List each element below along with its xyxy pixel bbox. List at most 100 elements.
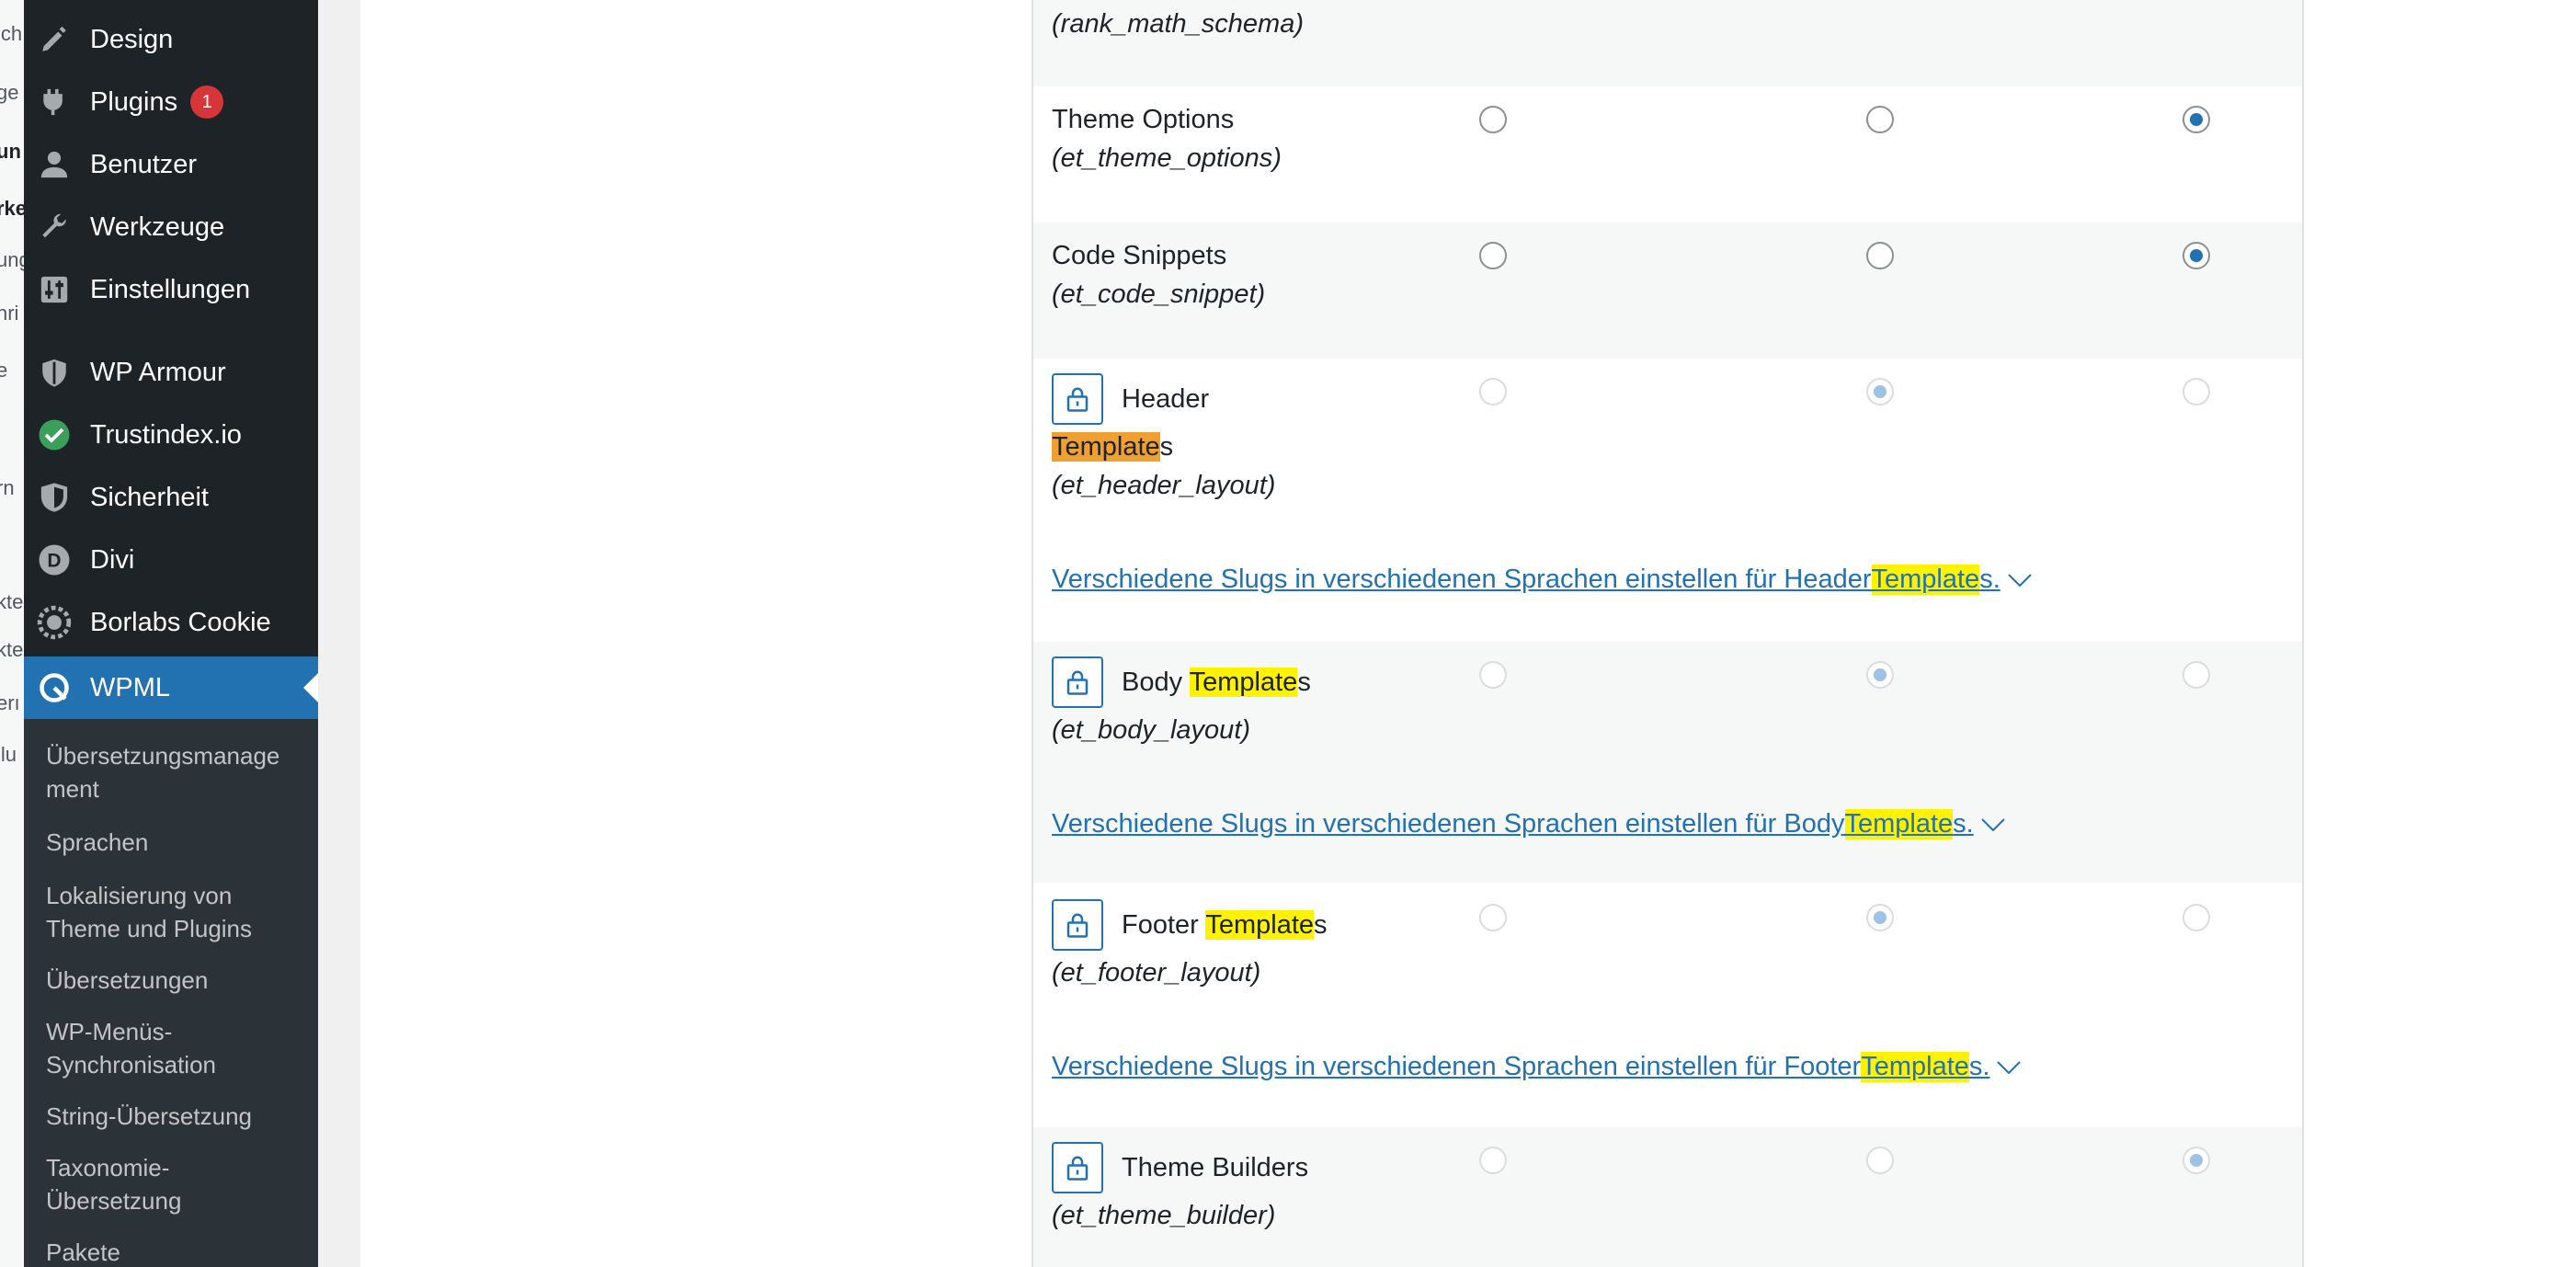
table-row: Footer Templates (et_footer_layout) Vers… (1033, 883, 2302, 1127)
clipped-text: rke (0, 197, 24, 220)
radio-not-translatable (1479, 904, 1507, 931)
divi-logo-icon: D (37, 542, 72, 577)
wpml-submenu: Übersetzungsmanage ment Sprachen Lokalis… (24, 719, 318, 1267)
check-circle-icon (37, 417, 72, 452)
sidebar-item-wpml[interactable]: WPML (24, 656, 318, 719)
clipped-text: erı (0, 691, 20, 714)
radio-display-fallback[interactable] (2183, 106, 2210, 133)
post-type-slug: (et_footer_layout) (1052, 958, 1261, 987)
chevron-down-icon (1981, 817, 2005, 831)
search-highlight-current: Template (1052, 432, 1160, 462)
sidebar-item-plugins[interactable]: Plugins 1 (24, 72, 318, 132)
settings-sliders-icon (37, 272, 72, 307)
submenu-item-taxonomie-uebersetzung[interactable]: Taxonomie- Übersetzung (46, 1151, 313, 1217)
svg-text:D: D (47, 551, 61, 572)
content-gutter (318, 0, 362, 1267)
post-type-slug: (et_header_layout) (1052, 471, 1276, 500)
plugin-icon (37, 85, 72, 120)
lock-icon (1066, 387, 1089, 412)
submenu-item-string-uebersetzung[interactable]: String-Übersetzung (46, 1100, 313, 1133)
table-row: Theme Options (et_theme_options) (1033, 86, 2302, 223)
radio-display-fallback (2183, 378, 2210, 405)
search-highlight: Template (1844, 809, 1954, 839)
sidebar-item-label: Plugins (90, 86, 178, 117)
post-type-slug: (et_code_snippet) (1052, 280, 1266, 309)
sidebar-item-label: Borlabs Cookie (90, 607, 271, 637)
post-type-slug: (et_theme_options) (1052, 143, 1282, 173)
clipped-text: rn (0, 476, 15, 499)
lock-icon (1066, 670, 1089, 695)
wpml-icon (37, 670, 72, 705)
radio-translatable (1866, 904, 1894, 931)
sidebar-item-wp-armour[interactable]: WP Armour (24, 342, 318, 403)
clipped-text: hri (0, 302, 19, 325)
sidebar-item-trustindex[interactable]: Trustindex.io (24, 405, 318, 465)
radio-not-translatable[interactable] (1479, 242, 1507, 269)
radio-display-fallback (2183, 1147, 2210, 1174)
post-type-name: Footer Templates (1122, 910, 1328, 940)
submenu-item-sprachen[interactable]: Sprachen (46, 826, 313, 859)
post-type-name: Body Templates (1122, 668, 1311, 697)
submenu-item-wp-menues-sync[interactable]: WP-Menüs- Synchronisation (46, 1015, 313, 1081)
post-type-name-continued: Templates (1052, 432, 1174, 462)
clipped-text: kte (0, 590, 24, 613)
post-type-name: Header (1122, 384, 1210, 414)
search-highlight: Template (1861, 1052, 1969, 1082)
table-row: Body Templates (et_body_layout) Verschie… (1033, 642, 2302, 883)
shield-icon (37, 355, 72, 390)
lock-button[interactable] (1052, 373, 1103, 425)
clipped-text: ung (0, 248, 24, 271)
sidebar-item-einstellungen[interactable]: Einstellungen (24, 259, 318, 320)
lock-button[interactable] (1052, 656, 1103, 708)
sidebar-item-borlabs-cookie[interactable]: Borlabs Cookie (24, 592, 318, 653)
table-row: Code Snippets (et_code_snippet) (1033, 223, 2302, 359)
slug-translation-toggle-link[interactable]: Verschiedene Slugs in verschiedenen Spra… (1052, 809, 2007, 839)
table-row: Theme Builders (et_theme_builder) (1033, 1127, 2302, 1267)
sidebar-item-label: WP Armour (90, 357, 226, 387)
sidebar-item-label: Sicherheit (90, 482, 209, 512)
radio-translatable[interactable] (1866, 106, 1894, 133)
search-highlight: Template (1871, 565, 1980, 595)
submenu-item-uebersetzungsmanagement[interactable]: Übersetzungsmanage ment (46, 739, 313, 805)
security-shield-icon (37, 480, 72, 515)
brush-icon (37, 22, 72, 57)
cookie-icon (37, 605, 72, 640)
radio-not-translatable (1479, 661, 1507, 689)
user-icon (37, 147, 72, 182)
sidebar-item-werkzeuge[interactable]: Werkzeuge (24, 197, 318, 257)
lock-button[interactable] (1052, 899, 1103, 951)
radio-display-fallback (2183, 661, 2210, 689)
admin-sidebar: Design Plugins 1 Benutzer Werkzeuge Eins… (24, 0, 318, 1267)
slug-translation-toggle-link[interactable]: Verschiedene Slugs in verschiedenen Spra… (1052, 1052, 2023, 1082)
radio-translatable (1866, 378, 1894, 405)
slug-translation-toggle-link[interactable]: Verschiedene Slugs in verschiedenen Spra… (1052, 565, 2034, 595)
submenu-item-lokalisierung[interactable]: Lokalisierung von Theme und Plugins (46, 879, 313, 945)
table-row: Header Templates (et_header_layout) Vers… (1033, 359, 2302, 642)
post-type-slug: (et_theme_builder) (1052, 1201, 1276, 1230)
sidebar-item-label: Divi (90, 544, 135, 575)
sidebar-item-label: WPML (90, 672, 170, 702)
search-highlight: Template (1189, 668, 1298, 697)
radio-not-translatable[interactable] (1479, 106, 1507, 133)
sidebar-item-label: Einstellungen (90, 274, 251, 304)
clipped-text: llu (0, 743, 17, 766)
radio-translatable[interactable] (1866, 242, 1894, 269)
sidebar-item-label: Werkzeuge (90, 211, 225, 242)
radio-not-translatable (1479, 378, 1507, 405)
post-type-name: Theme Builders (1122, 1153, 1309, 1182)
sidebar-item-divi[interactable]: D Divi (24, 530, 318, 590)
clipped-text: e (0, 359, 8, 382)
sidebar-item-label: Trustindex.io (90, 419, 242, 450)
lock-icon (1066, 913, 1089, 938)
sidebar-item-benutzer[interactable]: Benutzer (24, 134, 318, 195)
lock-button[interactable] (1052, 1142, 1103, 1193)
lock-icon (1066, 1156, 1089, 1181)
submenu-item-pakete[interactable]: Pakete (46, 1236, 313, 1267)
radio-display-fallback[interactable] (2183, 242, 2210, 269)
post-type-slug: (rank_math_schema) (1052, 9, 1304, 39)
sidebar-item-sicherheit[interactable]: Sicherheit (24, 467, 318, 528)
main-content: (rank_math_schema) Theme Options (et_the… (360, 0, 2576, 1267)
submenu-item-uebersetzungen[interactable]: Übersetzungen (46, 964, 313, 997)
sidebar-item-design[interactable]: Design (24, 9, 318, 70)
radio-translatable (1866, 1147, 1894, 1174)
